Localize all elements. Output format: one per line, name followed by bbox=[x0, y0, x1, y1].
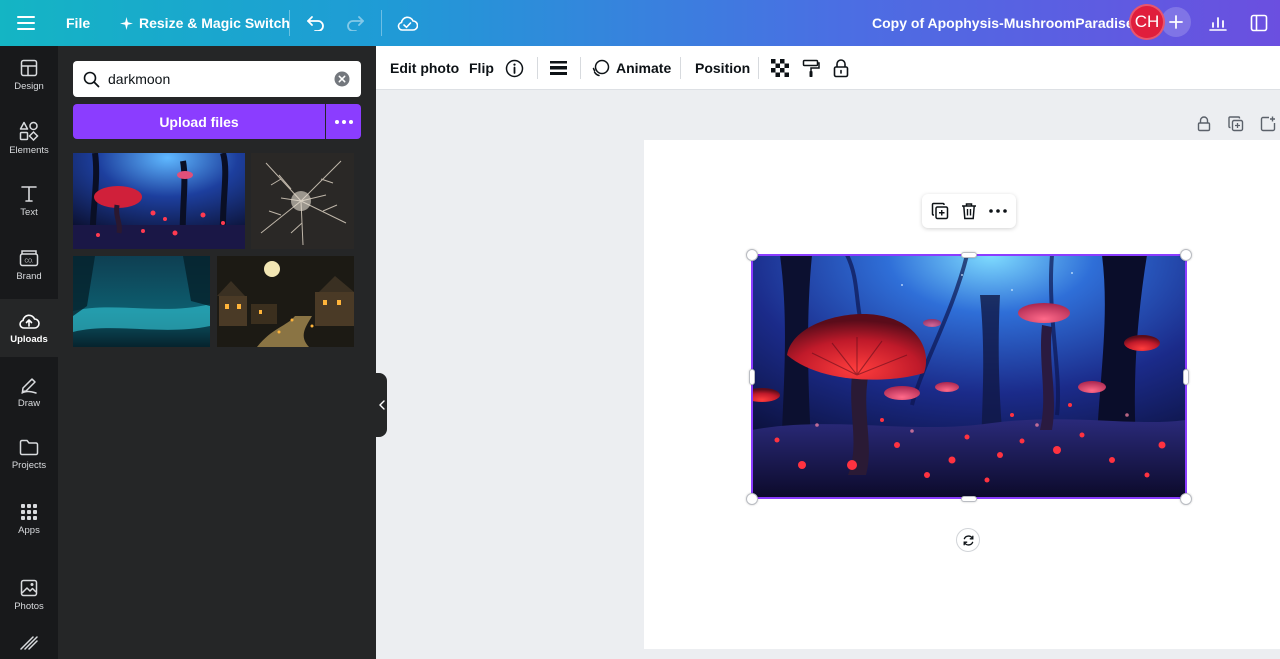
divider bbox=[381, 10, 382, 36]
duplicate-icon[interactable] bbox=[928, 199, 952, 223]
text-icon bbox=[21, 185, 37, 202]
rail-item-text[interactable]: Text bbox=[0, 172, 58, 230]
selected-image-mushroom-paradise[interactable] bbox=[752, 255, 1186, 498]
divider bbox=[680, 57, 681, 79]
context-toolbar: Edit photo Flip Animate Position bbox=[376, 46, 1280, 90]
rail-item-label: Apps bbox=[18, 524, 40, 536]
collapse-panel-button[interactable] bbox=[376, 373, 387, 437]
apps-icon bbox=[21, 503, 37, 520]
resize-handle-top-left[interactable] bbox=[746, 249, 758, 261]
rail-item-uploads[interactable]: Uploads bbox=[0, 299, 58, 357]
cloud-icon[interactable] bbox=[392, 8, 422, 38]
rail-item-draw[interactable]: Draw bbox=[0, 363, 58, 421]
divider bbox=[580, 57, 581, 79]
rail-item-label: Text bbox=[20, 206, 38, 218]
plus-icon[interactable] bbox=[1161, 7, 1191, 37]
upload-thumbnail-teal-river[interactable] bbox=[73, 256, 210, 347]
rail-item-label: Uploads bbox=[10, 333, 48, 345]
uploads-panel: Upload files bbox=[58, 46, 376, 659]
animate-label: Animate bbox=[616, 60, 672, 76]
folder-icon bbox=[19, 439, 39, 456]
upload-thumbnail-frost-fractal[interactable] bbox=[251, 153, 354, 249]
chart-icon[interactable] bbox=[1203, 8, 1233, 38]
pattern-icon bbox=[20, 636, 38, 650]
design-icon bbox=[20, 59, 38, 76]
search-input[interactable] bbox=[108, 71, 333, 87]
rail-item-design[interactable]: Design bbox=[0, 46, 58, 104]
svg-text:CO.: CO. bbox=[25, 258, 34, 264]
rail-item-more[interactable] bbox=[0, 636, 58, 659]
animate-icon bbox=[592, 59, 610, 77]
sparkle-icon bbox=[120, 16, 133, 30]
file-menu-button[interactable]: File bbox=[56, 8, 100, 38]
rail-item-elements[interactable]: Elements bbox=[0, 109, 58, 167]
resize-label: Resize & Magic Switch bbox=[139, 15, 290, 31]
rail-item-label: Elements bbox=[9, 144, 49, 156]
element-floating-toolbar bbox=[922, 194, 1016, 228]
search-box bbox=[73, 61, 361, 97]
menu-icon[interactable] bbox=[14, 11, 38, 35]
position-button[interactable]: Position bbox=[695, 53, 750, 83]
photo-icon bbox=[20, 579, 38, 596]
add-page-icon[interactable] bbox=[1257, 113, 1279, 135]
lock-icon[interactable] bbox=[830, 53, 852, 83]
transparency-icon[interactable] bbox=[770, 53, 790, 83]
rail-item-label: Brand bbox=[16, 270, 42, 282]
upload-options-button[interactable] bbox=[326, 104, 361, 139]
upload-files-button[interactable]: Upload files bbox=[73, 104, 325, 139]
trash-icon[interactable] bbox=[957, 199, 981, 223]
line-weight-icon[interactable] bbox=[548, 53, 568, 83]
resize-handle-top[interactable] bbox=[961, 252, 977, 258]
upload-row: Upload files bbox=[73, 104, 361, 139]
resize-handle-left[interactable] bbox=[749, 369, 755, 385]
divider bbox=[289, 10, 290, 36]
duplicate-page-icon[interactable] bbox=[1225, 113, 1247, 135]
undo-icon[interactable] bbox=[302, 9, 330, 37]
upload-thumbnail-moonlit-village[interactable] bbox=[217, 256, 354, 347]
resize-handle-right[interactable] bbox=[1183, 369, 1189, 385]
rail-item-projects[interactable]: Projects bbox=[0, 426, 58, 484]
clear-search-icon[interactable] bbox=[333, 70, 351, 88]
present-icon[interactable] bbox=[1244, 8, 1274, 38]
more-icon bbox=[334, 119, 353, 124]
edit-photo-button[interactable]: Edit photo bbox=[390, 53, 459, 83]
left-rail: Design Elements Text CO. Brand Uploads D… bbox=[0, 46, 58, 659]
rail-item-apps[interactable]: Apps bbox=[0, 490, 58, 548]
chevron-left-icon bbox=[378, 400, 385, 410]
rail-item-label: Projects bbox=[11, 460, 47, 471]
upload-cloud-icon bbox=[19, 314, 40, 329]
redo-icon[interactable] bbox=[341, 9, 369, 37]
animate-button[interactable]: Animate bbox=[592, 53, 671, 83]
resize-handle-bottom-left[interactable] bbox=[746, 493, 758, 505]
top-bar: File Resize & Magic Switch Copy of Apoph… bbox=[0, 0, 1280, 46]
resize-handle-bottom[interactable] bbox=[961, 496, 977, 502]
document-title[interactable]: Copy of Apophysis-MushroomParadise bbox=[862, 8, 1144, 38]
elements-icon bbox=[19, 121, 39, 141]
info-icon[interactable] bbox=[503, 53, 525, 83]
resize-magic-switch-button[interactable]: Resize & Magic Switch bbox=[110, 8, 300, 38]
rail-item-label: Design bbox=[14, 80, 44, 92]
flip-button[interactable]: Flip bbox=[469, 53, 494, 83]
resize-handle-top-right[interactable] bbox=[1180, 249, 1192, 261]
rotate-handle[interactable] bbox=[956, 528, 980, 552]
page-lock-icon[interactable] bbox=[1193, 113, 1215, 135]
resize-handle-bottom-right[interactable] bbox=[1180, 493, 1192, 505]
more-options-icon[interactable] bbox=[986, 199, 1010, 223]
paint-roller-icon[interactable] bbox=[800, 53, 822, 83]
upload-thumbnail-mushroom-forest[interactable] bbox=[73, 153, 245, 249]
rail-item-brand[interactable]: CO. Brand bbox=[0, 236, 58, 294]
divider bbox=[758, 57, 759, 79]
rail-item-photos[interactable]: Photos bbox=[0, 566, 58, 624]
draw-icon bbox=[21, 377, 37, 394]
search-icon bbox=[83, 71, 100, 87]
rail-item-label: Draw bbox=[17, 397, 41, 409]
rail-item-label: Photos bbox=[14, 600, 44, 612]
rotate-icon bbox=[963, 534, 973, 546]
divider bbox=[537, 57, 538, 79]
avatar[interactable]: CH bbox=[1129, 4, 1165, 40]
brand-icon: CO. bbox=[19, 249, 39, 266]
